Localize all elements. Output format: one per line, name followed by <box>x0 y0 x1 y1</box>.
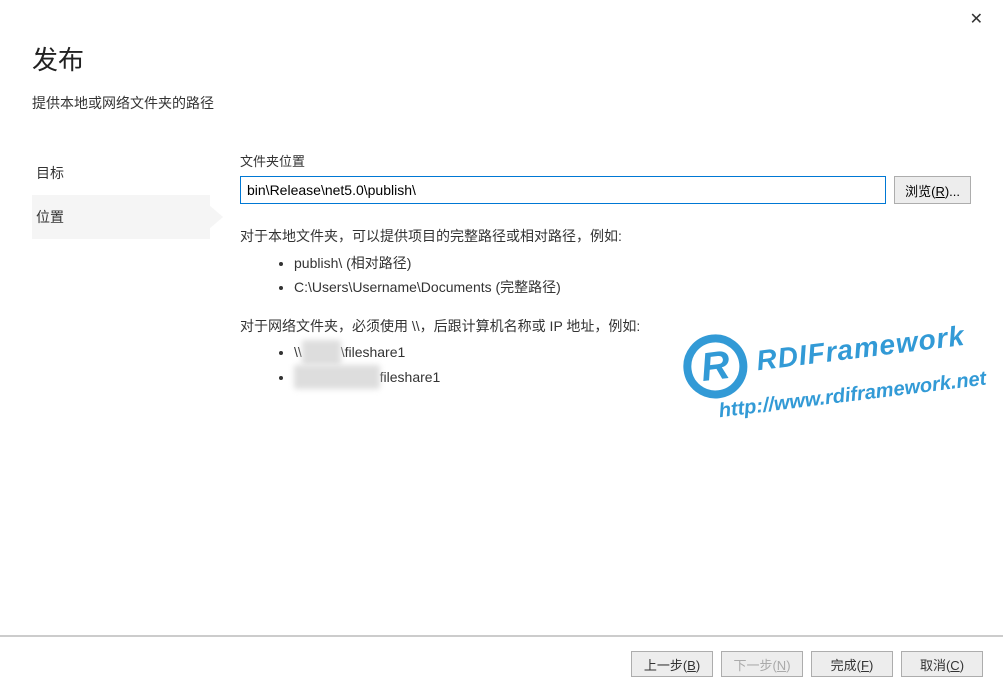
page-title: 发布 <box>32 40 971 77</box>
content: 目标 位置 文件夹位置 浏览(R)... 对于本地文件夹，可以提供项目的完整路径… <box>0 123 1003 403</box>
help-local-intro: 对于本地文件夹，可以提供项目的完整路径或相对路径，例如: <box>240 224 971 249</box>
page-subtitle: 提供本地或网络文件夹的路径 <box>32 93 971 113</box>
help-example-absolute: C:\Users\Username\Documents (完整路径) <box>294 275 971 300</box>
header: 发布 提供本地或网络文件夹的路径 <box>0 0 1003 123</box>
close-button[interactable]: ✕ <box>962 8 991 32</box>
footer: 上一步(B) 下一步(N) 完成(F) 取消(C) <box>0 635 1003 691</box>
folder-location-input[interactable] <box>240 176 886 204</box>
cancel-button[interactable]: 取消(C) <box>901 651 983 677</box>
next-button: 下一步(N) <box>721 651 803 677</box>
sidebar-item-target[interactable]: 目标 <box>32 151 210 195</box>
sidebar-item-location[interactable]: 位置 <box>32 195 210 239</box>
help-example-relative: publish\ (相对路径) <box>294 251 971 276</box>
sidebar: 目标 位置 <box>32 151 210 403</box>
back-button[interactable]: 上一步(B) <box>631 651 713 677</box>
browse-button[interactable]: 浏览(R)... <box>894 176 971 204</box>
help-example-unc1: \\server\fileshare1 <box>294 340 971 365</box>
folder-location-label: 文件夹位置 <box>240 151 971 170</box>
main-panel: 文件夹位置 浏览(R)... 对于本地文件夹，可以提供项目的完整路径或相对路径，… <box>210 151 971 403</box>
help-example-unc2: \\192.168.0.1\fileshare1 <box>294 365 971 390</box>
help-network-intro: 对于网络文件夹，必须使用 \\，后跟计算机名称或 IP 地址，例如: <box>240 314 971 339</box>
finish-button[interactable]: 完成(F) <box>811 651 893 677</box>
help-text: 对于本地文件夹，可以提供项目的完整路径或相对路径，例如: publish\ (相… <box>240 224 971 389</box>
